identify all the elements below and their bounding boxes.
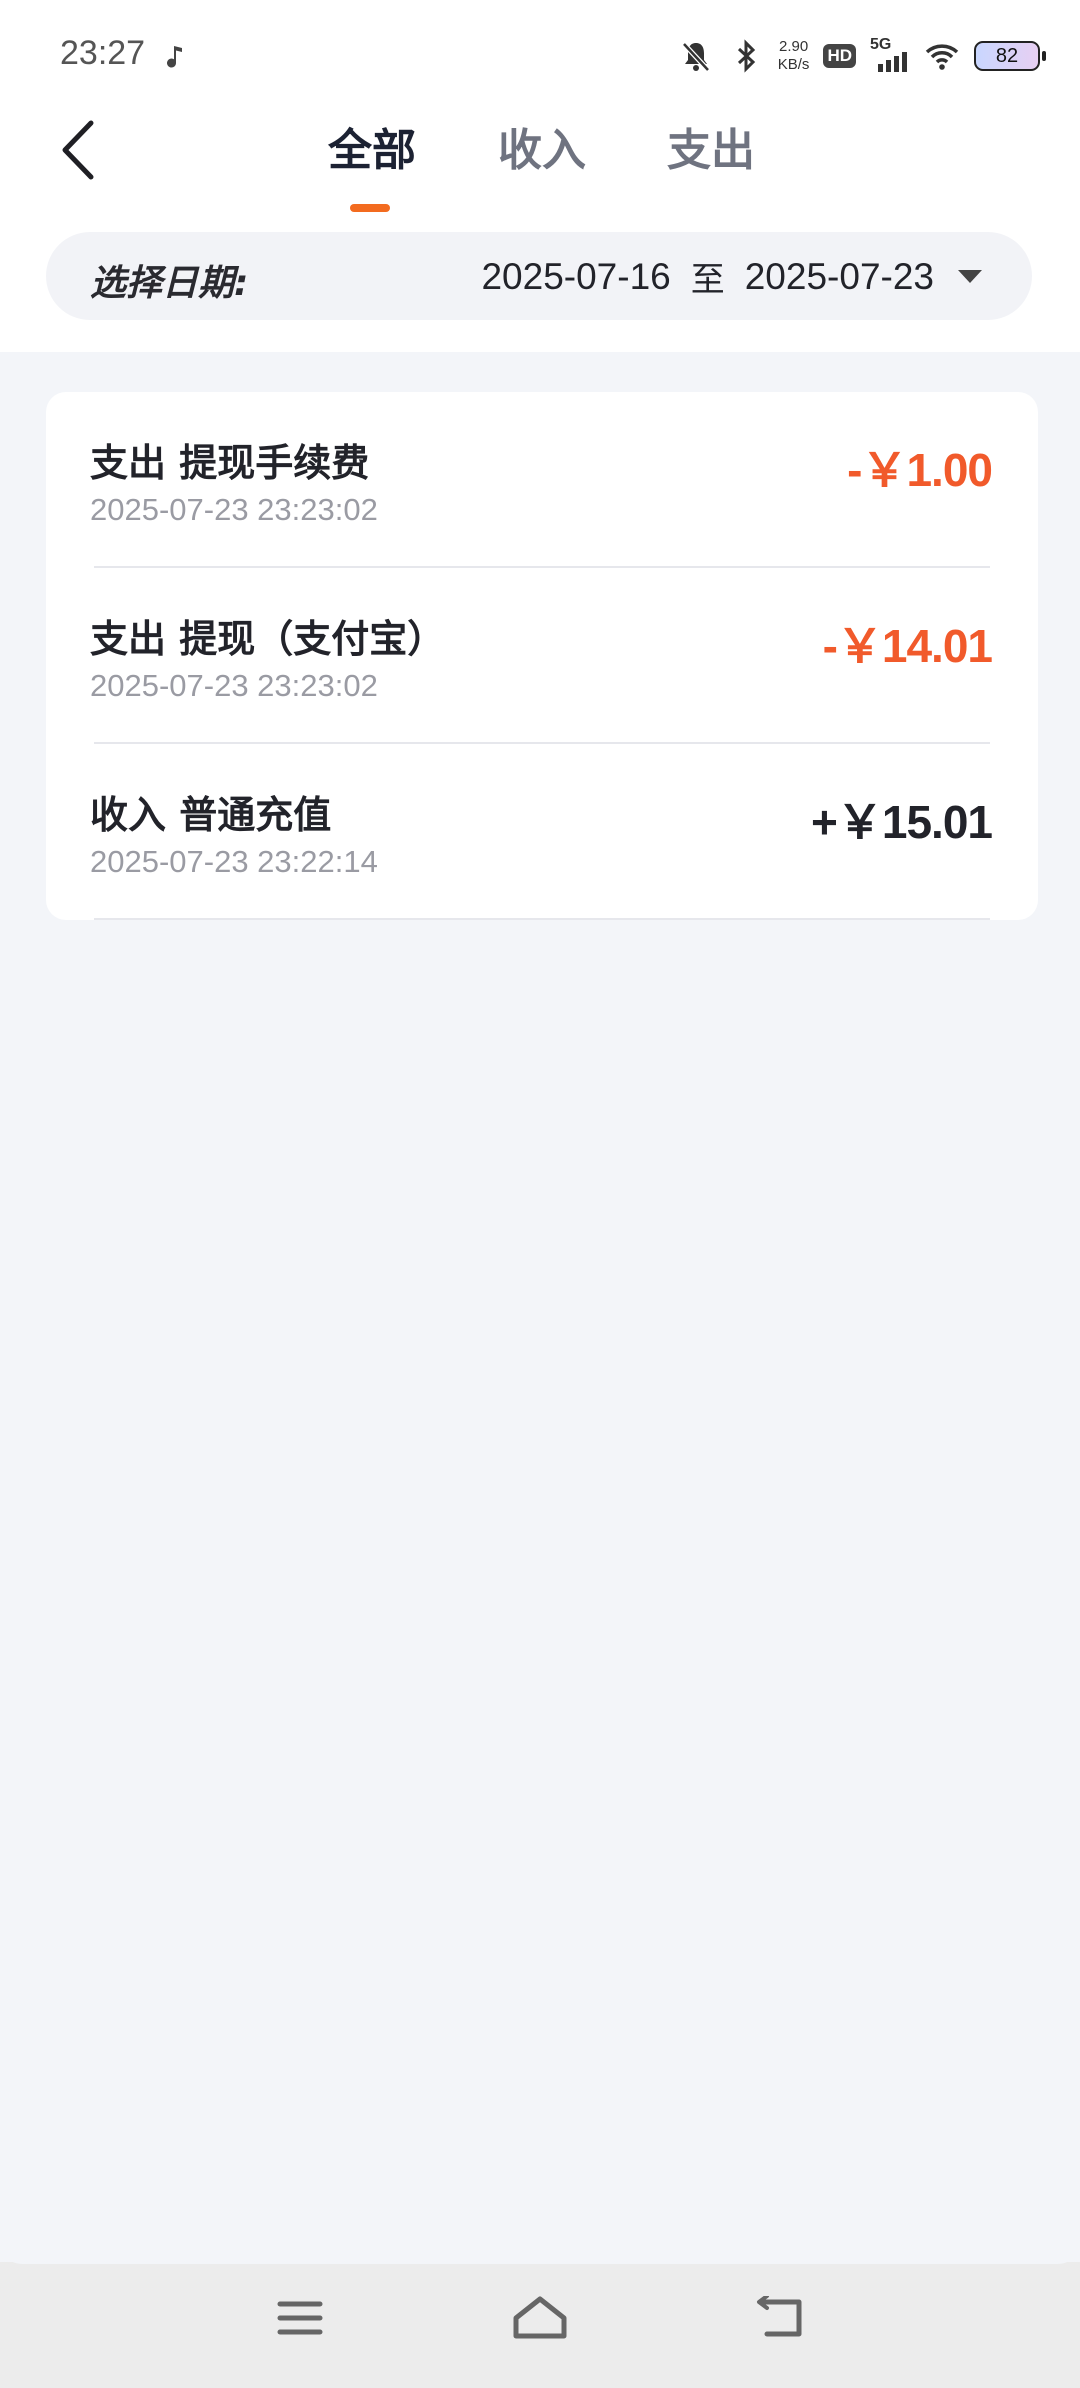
transaction-amount: +￥15.01 [811,796,993,848]
date-filter[interactable]: 选择日期: 2025-07-16 至 2025-07-23 [46,232,1032,320]
status-bar: 23:27 2.90 KB/s HD 5G 82 [0,0,1080,100]
tab-bar: 全部 收入 支出 [0,114,1080,212]
battery-icon: 82 [974,41,1046,71]
date-range-selector[interactable]: 2025-07-16 至 2025-07-23 [481,252,982,301]
date-start: 2025-07-16 [481,255,671,297]
tab-income[interactable]: 收入 [498,114,586,178]
tab-expense[interactable]: 支出 [667,114,755,178]
header: 全部 收入 支出 选择日期: 2025-07-16 至 2025-07-23 [0,100,1080,352]
date-end: 2025-07-23 [744,255,934,297]
wifi-icon [925,44,959,70]
music-note-icon [167,46,182,68]
transaction-time: 2025-07-23 23:23:02 [90,668,378,703]
caret-down-icon [958,270,982,283]
date-filter-label: 选择日期: [90,263,249,304]
transaction-list: 支出 提现手续费 2025-07-23 23:23:02 -￥1.00 支出 提… [46,392,1038,920]
transaction-amount: -￥14.01 [822,620,993,672]
transaction-title: 支出 提现手续费 [90,441,370,485]
active-tab-indicator [350,204,390,212]
recent-apps-button[interactable] [270,2290,330,2346]
signal-icon: 5G [870,36,910,74]
transaction-row[interactable]: 收入 普通充值 2025-07-23 23:22:14 +￥15.01 [46,744,1038,920]
network-speed: 2.90 KB/s [778,38,810,74]
menu-icon [277,2301,323,2335]
transaction-time: 2025-07-23 23:23:02 [90,492,378,527]
home-icon [513,2296,567,2339]
tab-all[interactable]: 全部 [328,114,416,178]
battery-level: 82 [995,44,1019,67]
date-separator: 至 [690,260,725,300]
transaction-title: 收入 普通充值 [90,793,332,837]
status-time: 23:27 [60,34,146,72]
transaction-time: 2025-07-23 23:22:14 [90,844,378,879]
system-back-button[interactable] [750,2290,810,2346]
hd-badge: HD [823,44,856,68]
row-divider [94,918,990,920]
home-button[interactable] [510,2290,570,2346]
mute-bell-icon [681,42,710,72]
transaction-title: 支出 提现（支付宝） [90,617,446,661]
transaction-row[interactable]: 支出 提现手续费 2025-07-23 23:23:02 -￥1.00 [46,392,1038,568]
return-icon [757,2296,802,2337]
page-bottom-edge [0,2240,1080,2264]
bluetooth-icon [737,39,755,73]
network-speed-value: 2.90 [778,38,809,55]
transaction-row[interactable]: 支出 提现（支付宝） 2025-07-23 23:23:02 -￥14.01 [46,568,1038,744]
network-speed-unit: KB/s [777,56,810,73]
status-icons: 2.90 KB/s HD 5G 82 [678,34,1046,78]
transaction-amount: -￥1.00 [847,444,993,496]
